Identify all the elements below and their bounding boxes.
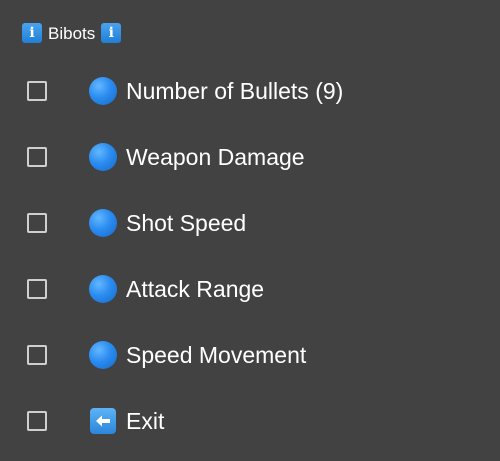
checkbox[interactable]	[27, 147, 47, 167]
menu-item-label: Speed Movement	[126, 341, 307, 368]
menu-item-number-of-bullets[interactable]: Number of Bullets (9)	[0, 58, 500, 124]
back-arrow-icon	[89, 407, 117, 435]
menu-item-shot-speed[interactable]: Shot Speed	[0, 190, 500, 256]
checkbox[interactable]	[27, 279, 47, 299]
menu-item-label: Shot Speed	[126, 209, 247, 236]
menu-header: i Bibots i	[22, 22, 122, 44]
menu-item-label: Number of Bullets (9)	[126, 77, 344, 104]
menu-item-label: Exit	[126, 407, 165, 434]
checkbox[interactable]	[27, 411, 47, 431]
menu-item-weapon-damage[interactable]: Weapon Damage	[0, 124, 500, 190]
menu-item-label: Attack Range	[126, 275, 265, 302]
info-icon: i	[101, 23, 122, 43]
info-icon: i	[22, 23, 42, 43]
menu-item-label: Weapon Damage	[126, 143, 305, 170]
mod-menu-list: Number of Bullets (9) Weapon Damage Shot…	[0, 58, 500, 454]
blue-circle-icon	[89, 143, 117, 171]
blue-circle-icon	[89, 341, 117, 369]
blue-circle-icon	[89, 77, 117, 105]
checkbox[interactable]	[27, 81, 47, 101]
checkbox[interactable]	[27, 213, 47, 233]
menu-item-exit[interactable]: Exit	[0, 388, 500, 454]
menu-item-speed-movement[interactable]: Speed Movement	[0, 322, 500, 388]
blue-circle-icon	[89, 275, 117, 303]
checkbox[interactable]	[27, 345, 47, 365]
menu-title: Bibots	[48, 23, 96, 43]
menu-item-attack-range[interactable]: Attack Range	[0, 256, 500, 322]
blue-circle-icon	[89, 209, 117, 237]
